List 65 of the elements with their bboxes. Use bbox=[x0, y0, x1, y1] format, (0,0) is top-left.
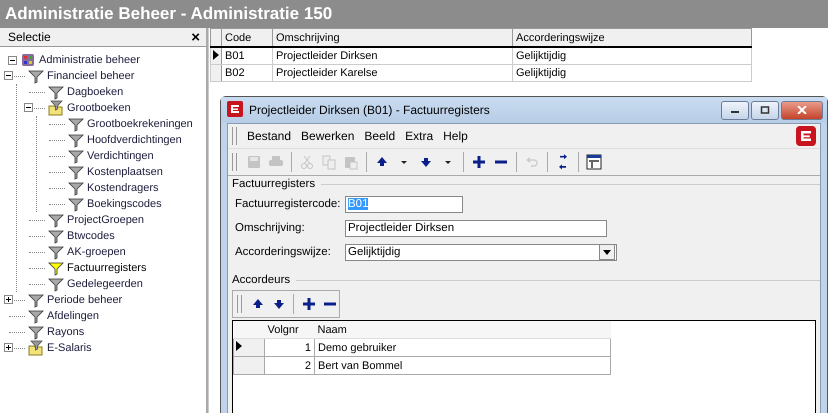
tree-item[interactable]: Kostendragers bbox=[87, 182, 159, 194]
tree-item[interactable]: AK-groepen bbox=[67, 246, 126, 258]
tree-item[interactable]: Kostenplaatsen bbox=[87, 166, 163, 178]
maximize-button[interactable] bbox=[751, 100, 779, 120]
tree-item[interactable]: Dagboeken bbox=[67, 86, 124, 98]
table-cell: Projectleider Dirksen bbox=[272, 47, 512, 64]
tree-item[interactable]: E-Salaris bbox=[47, 342, 92, 354]
tree-item[interactable]: Grootboekrekeningen bbox=[87, 118, 193, 130]
column-header[interactable]: Omschrijving bbox=[272, 28, 512, 47]
tree-item[interactable]: Factuurregisters bbox=[67, 262, 146, 274]
field-label: Factuurregistercode: bbox=[235, 198, 342, 210]
table-cell: 2 bbox=[264, 356, 314, 374]
tree-item[interactable]: Boekingscodes bbox=[87, 198, 162, 210]
logo-icon bbox=[227, 100, 243, 120]
input-field[interactable]: Projectleider Dirksen bbox=[345, 220, 607, 236]
table-cell: B02 bbox=[222, 64, 272, 82]
table-cell: Demo gebruiker bbox=[314, 338, 610, 356]
logo-icon bbox=[796, 126, 816, 146]
table-cell: 1 bbox=[264, 338, 314, 356]
column-header[interactable]: Naam bbox=[314, 321, 610, 338]
close-icon bbox=[797, 106, 807, 114]
menu-item[interactable]: Bestand bbox=[242, 129, 296, 143]
close-button[interactable] bbox=[781, 100, 823, 120]
tree-item[interactable]: Administratie beheer bbox=[39, 54, 140, 66]
tree-item[interactable]: Afdelingen bbox=[47, 310, 99, 322]
menu-item[interactable]: Extra bbox=[400, 129, 438, 143]
table-cell: B01 bbox=[222, 47, 272, 64]
corner-cell bbox=[210, 28, 222, 47]
menu-item[interactable]: Beeld bbox=[359, 129, 400, 143]
table-cell: Gelijktijdig bbox=[512, 64, 752, 82]
close-button[interactable]: × bbox=[191, 30, 200, 44]
group-title: Factuurregisters bbox=[232, 178, 316, 190]
tree-item[interactable]: Periode beheer bbox=[47, 294, 122, 306]
panel-title: Selectie bbox=[8, 30, 51, 44]
column-header[interactable]: Accorderingswijze bbox=[512, 28, 752, 47]
column-header[interactable]: Volgnr bbox=[264, 321, 314, 338]
window-title: Administratie Beheer - Administratie 150 bbox=[5, 4, 332, 24]
caret-icon[interactable] bbox=[603, 250, 611, 254]
table-cell: Gelijktijdig bbox=[512, 47, 752, 64]
collapse-icon[interactable] bbox=[8, 56, 17, 64]
maximize-icon bbox=[760, 106, 770, 114]
collapse-icon[interactable] bbox=[24, 103, 33, 112]
tree-item[interactable]: Gedelegeerden bbox=[67, 278, 143, 290]
expand-icon[interactable] bbox=[4, 343, 13, 352]
menu-item[interactable]: Bewerken bbox=[296, 129, 360, 143]
tree-item[interactable]: ProjectGroepen bbox=[67, 214, 144, 226]
expand-icon[interactable] bbox=[4, 295, 13, 304]
field-label: Accorderingswijze: bbox=[235, 246, 332, 258]
dropdown-field[interactable]: Gelijktijdig bbox=[345, 244, 617, 260]
window-icon[interactable] bbox=[584, 152, 604, 172]
collapse-icon[interactable] bbox=[4, 71, 13, 80]
dialog-title: Projectleider Dirksen (B01) - Factuurregisters bbox=[249, 103, 491, 117]
tree-item[interactable]: Rayons bbox=[47, 326, 84, 338]
menu-item[interactable]: Help bbox=[438, 129, 473, 143]
tree-item[interactable]: Verdichtingen bbox=[87, 150, 154, 162]
tree-item[interactable]: Grootboeken bbox=[67, 102, 131, 114]
tree-item[interactable]: Financieel beheer bbox=[47, 70, 134, 82]
column-header[interactable]: Code bbox=[222, 28, 272, 47]
tree-item[interactable]: Btwcodes bbox=[67, 230, 115, 242]
minimize-button[interactable] bbox=[721, 100, 749, 120]
group-title: Accordeurs bbox=[232, 274, 290, 286]
table-cell: Projectleider Karelse bbox=[272, 64, 512, 82]
field-label: Omschrijving: bbox=[235, 222, 306, 234]
tree-item[interactable]: Hoofdverdichtingen bbox=[87, 134, 182, 146]
table-cell: Bert van Bommel bbox=[314, 356, 610, 374]
